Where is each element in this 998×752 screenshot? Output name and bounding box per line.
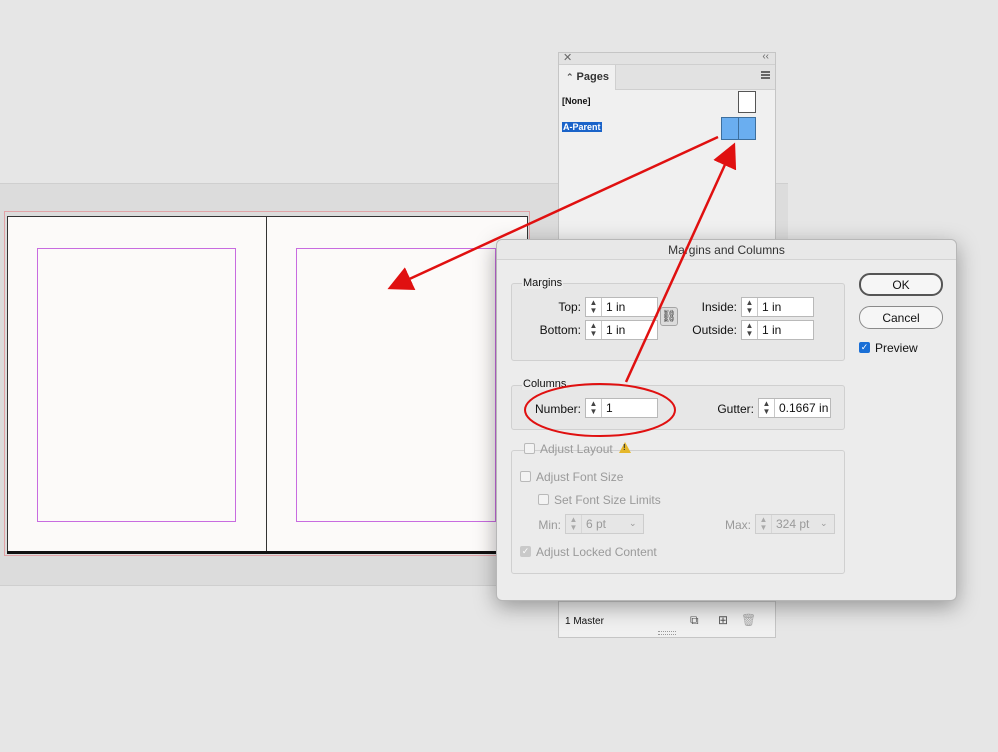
warning-icon: ! (619, 442, 631, 453)
updown-chevron-icon: ⌃ (566, 72, 574, 82)
top-label: Top: (558, 300, 581, 314)
bottom-margin-value[interactable]: 1 in (602, 321, 657, 339)
top-margin-field[interactable]: ▲ ▼ 1 in (585, 297, 658, 317)
collapse-icon[interactable]: ‹‹ (762, 51, 769, 62)
cancel-button[interactable]: Cancel (859, 306, 943, 329)
max-font-size-value[interactable]: 324 pt (772, 515, 820, 533)
bottom-margin-field[interactable]: ▲ ▼ 1 in (585, 320, 658, 340)
chevron-down-icon[interactable]: ⌄ (820, 515, 834, 533)
stepper-icon[interactable]: ▲ ▼ (742, 298, 758, 316)
stepper-icon[interactable]: ▲ ▼ (759, 399, 775, 417)
columns-group-label: Columns (522, 378, 568, 390)
edit-page-size-icon[interactable]: ⧉ (690, 613, 699, 628)
outside-margin-value[interactable]: 1 in (758, 321, 813, 339)
stepper-icon[interactable]: ▲ ▼ (586, 298, 602, 316)
bottom-label: Bottom: (539, 323, 581, 337)
stepper-icon[interactable]: ▲ ▼ (566, 515, 582, 533)
columns-number-field[interactable]: ▲ ▼ 1 (585, 398, 658, 418)
set-font-size-limits-checkbox[interactable] (538, 494, 549, 505)
dialog-title: Margins and Columns (497, 240, 956, 260)
panel-footer: 1 Master ⧉ ⊞ 🗑 (559, 601, 775, 637)
top-margin-value[interactable]: 1 in (602, 298, 657, 316)
min-label: Min: (538, 518, 561, 532)
stepper-icon[interactable]: ▲ ▼ (742, 321, 758, 339)
outside-margin-field[interactable]: ▲ ▼ 1 in (741, 320, 814, 340)
number-label: Number: (534, 402, 581, 416)
parent-item-none[interactable]: [None] (562, 96, 591, 106)
none-page-thumbnail[interactable] (738, 91, 756, 113)
adjust-font-size-label: Adjust Font Size (536, 470, 624, 484)
panel-tab-row: ⌃ Pages (559, 65, 775, 90)
stepper-icon[interactable]: ▲ ▼ (586, 399, 602, 417)
max-font-size-field[interactable]: ▲ ▼ 324 pt ⌄ (755, 514, 835, 534)
parent-item-a-parent[interactable]: A-Parent (562, 122, 602, 132)
preview-checkbox[interactable]: ✓ (859, 342, 870, 353)
min-font-size-value[interactable]: 6 pt (582, 515, 629, 533)
left-page-margin-guide (37, 248, 236, 522)
max-label: Max: (724, 518, 751, 532)
new-page-icon[interactable]: ⊞ (718, 613, 728, 627)
margins-columns-dialog: Margins and Columns Margins Top: ▲ ▼ 1 in… (496, 239, 957, 601)
gutter-value[interactable]: 0.1667 in (775, 399, 830, 417)
panel-menu-icon[interactable] (761, 71, 770, 79)
adjust-locked-content-checkbox[interactable]: ✓ (520, 546, 531, 557)
spread-bottom-edge (7, 551, 530, 554)
inside-margin-value[interactable]: 1 in (758, 298, 813, 316)
gutter-field[interactable]: ▲ ▼ 0.1667 in (758, 398, 831, 418)
inside-label: Inside: (701, 300, 737, 314)
adjust-layout-label: Adjust Layout (540, 442, 613, 456)
a-parent-spread-thumbnail[interactable] (721, 117, 756, 140)
columns-number-value[interactable]: 1 (602, 399, 657, 417)
panel-title-bar: ✕ ‹‹ (559, 51, 775, 65)
outside-label: Outside: (692, 323, 737, 337)
set-font-size-limits-label: Set Font Size Limits (554, 493, 661, 507)
page-count: 1 Master (565, 616, 604, 627)
adjust-locked-content-label: Adjust Locked Content (536, 545, 657, 559)
link-margins-chain-icon[interactable]: ⛓ (660, 307, 678, 326)
right-page-margin-guide (296, 248, 496, 522)
inside-margin-field[interactable]: ▲ ▼ 1 in (741, 297, 814, 317)
resize-grip[interactable] (658, 631, 676, 635)
adjust-font-size-checkbox[interactable] (520, 471, 531, 482)
chevron-down-icon[interactable]: ⌄ (629, 515, 643, 533)
gutter-label: Gutter: (717, 402, 754, 416)
stepper-icon[interactable]: ▲ ▼ (756, 515, 772, 533)
ok-button[interactable]: OK (859, 273, 943, 296)
trash-icon[interactable]: 🗑 (741, 613, 756, 627)
preview-label: Preview (875, 341, 918, 355)
min-font-size-field[interactable]: ▲ ▼ 6 pt ⌄ (565, 514, 644, 534)
stepper-icon[interactable]: ▲ ▼ (586, 321, 602, 339)
tab-pages[interactable]: ⌃ Pages (559, 65, 616, 90)
tab-pages-label: Pages (576, 71, 609, 83)
margins-group-label: Margins (522, 277, 564, 289)
close-icon[interactable]: ✕ (563, 51, 572, 64)
adjust-layout-checkbox[interactable] (524, 443, 535, 454)
